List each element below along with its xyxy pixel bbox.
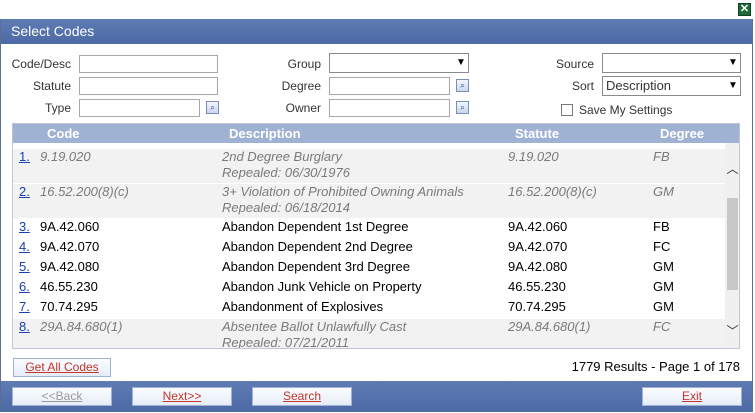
table-row[interactable]: 6. 46.55.230 Abandon Junk Vehicle on Pro… (13, 279, 725, 299)
lookup-icon[interactable]: ⌕ (206, 101, 219, 114)
sort-select[interactable]: Description ▼ (602, 76, 741, 96)
row-repealed-date: Repealed: 06/30/1976 (222, 165, 350, 180)
code-desc-input[interactable] (79, 55, 218, 73)
row-description: Abandonment of Explosives (222, 299, 384, 314)
row-number-link[interactable]: 6. (19, 279, 30, 294)
chevron-down-icon: ▼ (456, 57, 466, 68)
column-statute[interactable]: Statute (515, 124, 559, 143)
column-description[interactable]: Description (229, 124, 301, 143)
row-description: Abandon Dependent 3rd Degree (222, 259, 410, 274)
row-degree: GM (653, 279, 674, 294)
chevron-down-icon: ▼ (728, 57, 738, 68)
row-number-link[interactable]: 5. (19, 259, 30, 274)
degree-input[interactable] (329, 77, 450, 95)
dialog-footer: <<Back Next>> Search Exit (1, 381, 752, 411)
row-degree: FB (653, 149, 670, 164)
source-label: Source (555, 57, 594, 71)
save-settings-label: Save My Settings (579, 103, 673, 117)
group-select[interactable]: ▼ (329, 53, 469, 73)
group-label: Group (287, 57, 321, 71)
lookup-icon[interactable]: ⌕ (456, 79, 469, 92)
table-row[interactable]: 4. 9A.42.070 Abandon Dependent 2nd Degre… (13, 239, 725, 259)
statute-label: Statute (32, 79, 71, 93)
column-code[interactable]: Code (47, 124, 80, 143)
row-description: 2nd Degree Burglary (222, 149, 342, 164)
row-statute: 29A.84.680(1) (508, 319, 591, 334)
save-settings-checkbox[interactable] (561, 104, 573, 116)
scroll-thumb[interactable] (727, 198, 738, 290)
close-icon[interactable]: ✕ (738, 3, 751, 16)
degree-label: Degree (281, 79, 321, 93)
row-description: Absentee Ballot Unlawfully Cast (222, 319, 407, 334)
row-code: 29A.84.680(1) (40, 319, 123, 334)
codes-table: Code Description Statute Degree 1. 9.19.… (12, 123, 740, 349)
row-repealed-date: Repealed: 06/18/2014 (222, 200, 350, 215)
row-degree: GM (653, 299, 674, 314)
exit-button[interactable]: Exit (642, 387, 742, 406)
chevron-down-icon: ▼ (728, 80, 738, 91)
table-scrollbar[interactable]: ︿ ﹀ (725, 143, 739, 348)
search-button[interactable]: Search (252, 387, 352, 406)
statute-input[interactable] (79, 77, 218, 95)
row-number-link[interactable]: 3. (19, 219, 30, 234)
table-row[interactable]: 8. 29A.84.680(1) Absentee Ballot Unlawfu… (13, 319, 725, 349)
get-all-codes-button[interactable]: Get All Codes (13, 358, 111, 377)
next-button[interactable]: Next>> (132, 387, 232, 406)
row-degree: FB (653, 219, 670, 234)
row-number-link[interactable]: 1. (19, 149, 30, 164)
type-label: Type (44, 101, 71, 115)
table-row[interactable]: 7. 70.74.295 Abandonment of Explosives 7… (13, 299, 725, 319)
row-degree: GM (653, 259, 674, 274)
row-repealed-date: Repealed: 07/21/2011 (222, 335, 349, 349)
row-degree: FC (653, 239, 671, 254)
row-statute: 70.74.295 (508, 299, 566, 314)
row-description: 3+ Violation of Prohibited Owning Animal… (222, 184, 464, 199)
row-statute: 9A.42.070 (508, 239, 568, 254)
owner-input[interactable] (329, 99, 450, 117)
type-input[interactable] (79, 99, 200, 117)
sort-value: Description (606, 78, 672, 93)
scroll-up-icon[interactable]: ︿ (725, 161, 739, 177)
select-codes-dialog: Select Codes Code/Desc Statute Type ⌕ Gr… (0, 19, 753, 412)
table-row[interactable]: 1. 9.19.020 2nd Degree Burglary Repealed… (13, 149, 725, 183)
table-header: Code Description Statute Degree (13, 124, 739, 143)
row-number-link[interactable]: 8. (19, 319, 30, 334)
row-description: Abandon Dependent 1st Degree (222, 219, 409, 234)
sort-label: Sort (571, 79, 594, 93)
table-row[interactable]: 3. 9A.42.060 Abandon Dependent 1st Degre… (13, 219, 725, 239)
row-statute: 16.52.200(8)(c) (508, 184, 597, 199)
row-statute: 9A.42.060 (508, 219, 568, 234)
row-statute: 9A.42.080 (508, 259, 568, 274)
row-code: 46.55.230 (40, 279, 98, 294)
lookup-icon[interactable]: ⌕ (456, 101, 469, 114)
row-code: 9A.42.070 (40, 239, 100, 254)
owner-label: Owner (285, 101, 321, 115)
row-degree: FC (653, 319, 671, 334)
column-degree[interactable]: Degree (660, 124, 704, 143)
row-code: 9A.42.060 (40, 219, 100, 234)
top-strip: ✕ (0, 0, 755, 19)
code-desc-label: Code/Desc (11, 57, 71, 71)
row-code: 9A.42.080 (40, 259, 100, 274)
back-button[interactable]: <<Back (12, 387, 112, 406)
row-number-link[interactable]: 4. (19, 239, 30, 254)
row-number-link[interactable]: 2. (19, 184, 30, 199)
row-description: Abandon Junk Vehicle on Property (222, 279, 422, 294)
table-row[interactable]: 5. 9A.42.080 Abandon Dependent 3rd Degre… (13, 259, 725, 279)
table-row[interactable]: 2. 16.52.200(8)(c) 3+ Violation of Prohi… (13, 184, 725, 218)
row-code: 16.52.200(8)(c) (40, 184, 129, 199)
row-description: Abandon Dependent 2nd Degree (222, 239, 413, 254)
results-summary: 1779 Results - Page 1 of 178 (571, 359, 740, 374)
dialog-title: Select Codes (1, 19, 752, 44)
scroll-down-icon[interactable]: ﹀ (725, 323, 739, 339)
row-statute: 46.55.230 (508, 279, 566, 294)
row-code: 70.74.295 (40, 299, 98, 314)
row-code: 9.19.020 (40, 149, 91, 164)
row-number-link[interactable]: 7. (19, 299, 30, 314)
row-statute: 9.19.020 (508, 149, 559, 164)
source-select[interactable]: ▼ (602, 53, 741, 73)
row-degree: GM (653, 184, 674, 199)
